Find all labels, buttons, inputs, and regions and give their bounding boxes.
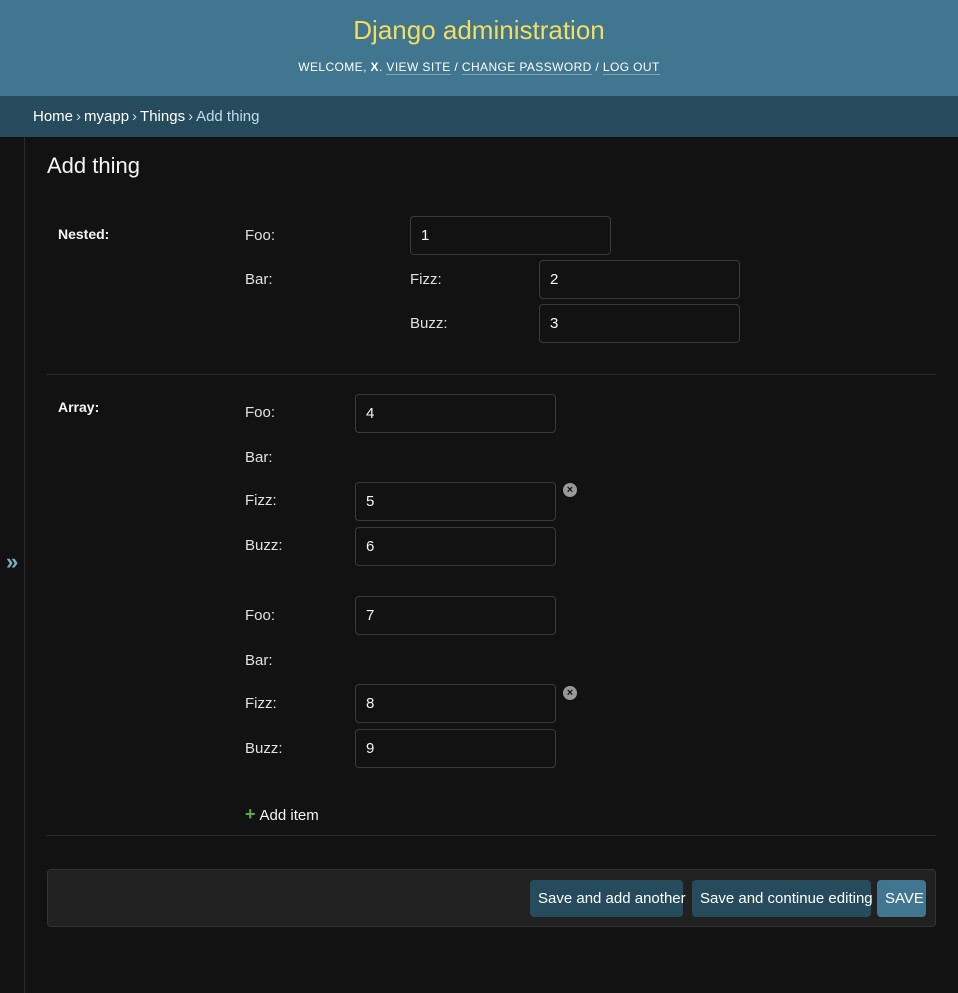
section-divider — [47, 374, 936, 375]
separator: / — [450, 60, 462, 74]
header: Django administration WELCOME, X. VIEW S… — [0, 0, 958, 96]
nested-fizz-input[interactable]: 2 — [539, 260, 740, 299]
toggle-nav-sidebar-icon[interactable]: » — [6, 551, 18, 573]
site-name[interactable]: Django administration — [0, 15, 958, 46]
array-item-fizz-label: Fizz: — [245, 695, 277, 712]
array-item-fizz-input[interactable]: 8 — [355, 684, 556, 723]
array-item-foo-input[interactable]: 7 — [355, 596, 556, 635]
view-site-link[interactable]: VIEW SITE — [386, 60, 451, 75]
array-item-buzz-input[interactable]: 9 — [355, 729, 556, 768]
breadcrumbs: Home › myapp › Things › Add thing — [0, 96, 958, 137]
array-item-buzz-input[interactable]: 6 — [355, 527, 556, 566]
breadcrumb-separator: › — [132, 108, 138, 125]
array-item-bar-label: Bar: — [245, 652, 273, 669]
array-item-bar-label: Bar: — [245, 449, 273, 466]
nested-foo-label: Foo: — [245, 227, 276, 244]
section-divider — [47, 835, 936, 836]
add-icon: + — [245, 804, 256, 824]
array-item-foo-input[interactable]: 4 — [355, 394, 556, 433]
separator: / — [591, 60, 603, 74]
add-item-label: Add item — [259, 807, 319, 824]
change-password-link[interactable]: CHANGE PASSWORD — [461, 60, 592, 75]
breadcrumb-home[interactable]: Home — [33, 108, 73, 125]
submit-row: Save and add another Save and continue e… — [47, 869, 936, 927]
remove-item-icon[interactable]: × — [563, 686, 577, 700]
array-item-fizz-input[interactable]: 5 — [355, 482, 556, 521]
log-out-link[interactable]: LOG OUT — [602, 60, 660, 75]
user-tools: WELCOME, X. VIEW SITE / CHANGE PASSWORD … — [298, 60, 660, 75]
nested-buzz-label: Buzz: — [410, 315, 448, 332]
save-and-continue-button[interactable]: Save and continue editing — [692, 880, 873, 917]
array-item-buzz-label: Buzz: — [245, 740, 283, 757]
nav-sidebar-rail: » — [0, 137, 25, 993]
breadcrumb-current: Add thing — [196, 108, 260, 125]
array-item-fizz-label: Fizz: — [245, 492, 277, 509]
array-item-foo-label: Foo: — [245, 404, 276, 421]
save-and-add-another-button[interactable]: Save and add another — [530, 880, 686, 917]
breadcrumb-model[interactable]: Things — [140, 108, 185, 125]
nested-buzz-input[interactable]: 3 — [539, 304, 740, 343]
add-item-link[interactable]: + Add item — [245, 804, 319, 825]
array-item-buzz-label: Buzz: — [245, 537, 283, 554]
username: X — [370, 60, 379, 74]
page-title: Add thing — [47, 153, 140, 178]
nested-fizz-label: Fizz: — [410, 271, 442, 288]
welcome-text: WELCOME, — [298, 60, 371, 74]
array-label: Array: — [58, 399, 100, 415]
breadcrumb-separator: › — [76, 108, 82, 125]
nested-label: Nested: — [58, 226, 110, 242]
breadcrumb-app[interactable]: myapp — [84, 108, 129, 125]
save-button[interactable]: SAVE — [877, 880, 926, 917]
breadcrumb-separator: › — [188, 108, 194, 125]
nested-foo-input[interactable]: 1 — [410, 216, 611, 255]
remove-item-icon[interactable]: × — [563, 483, 577, 497]
array-item-foo-label: Foo: — [245, 607, 276, 624]
nested-bar-label: Bar: — [245, 271, 273, 288]
